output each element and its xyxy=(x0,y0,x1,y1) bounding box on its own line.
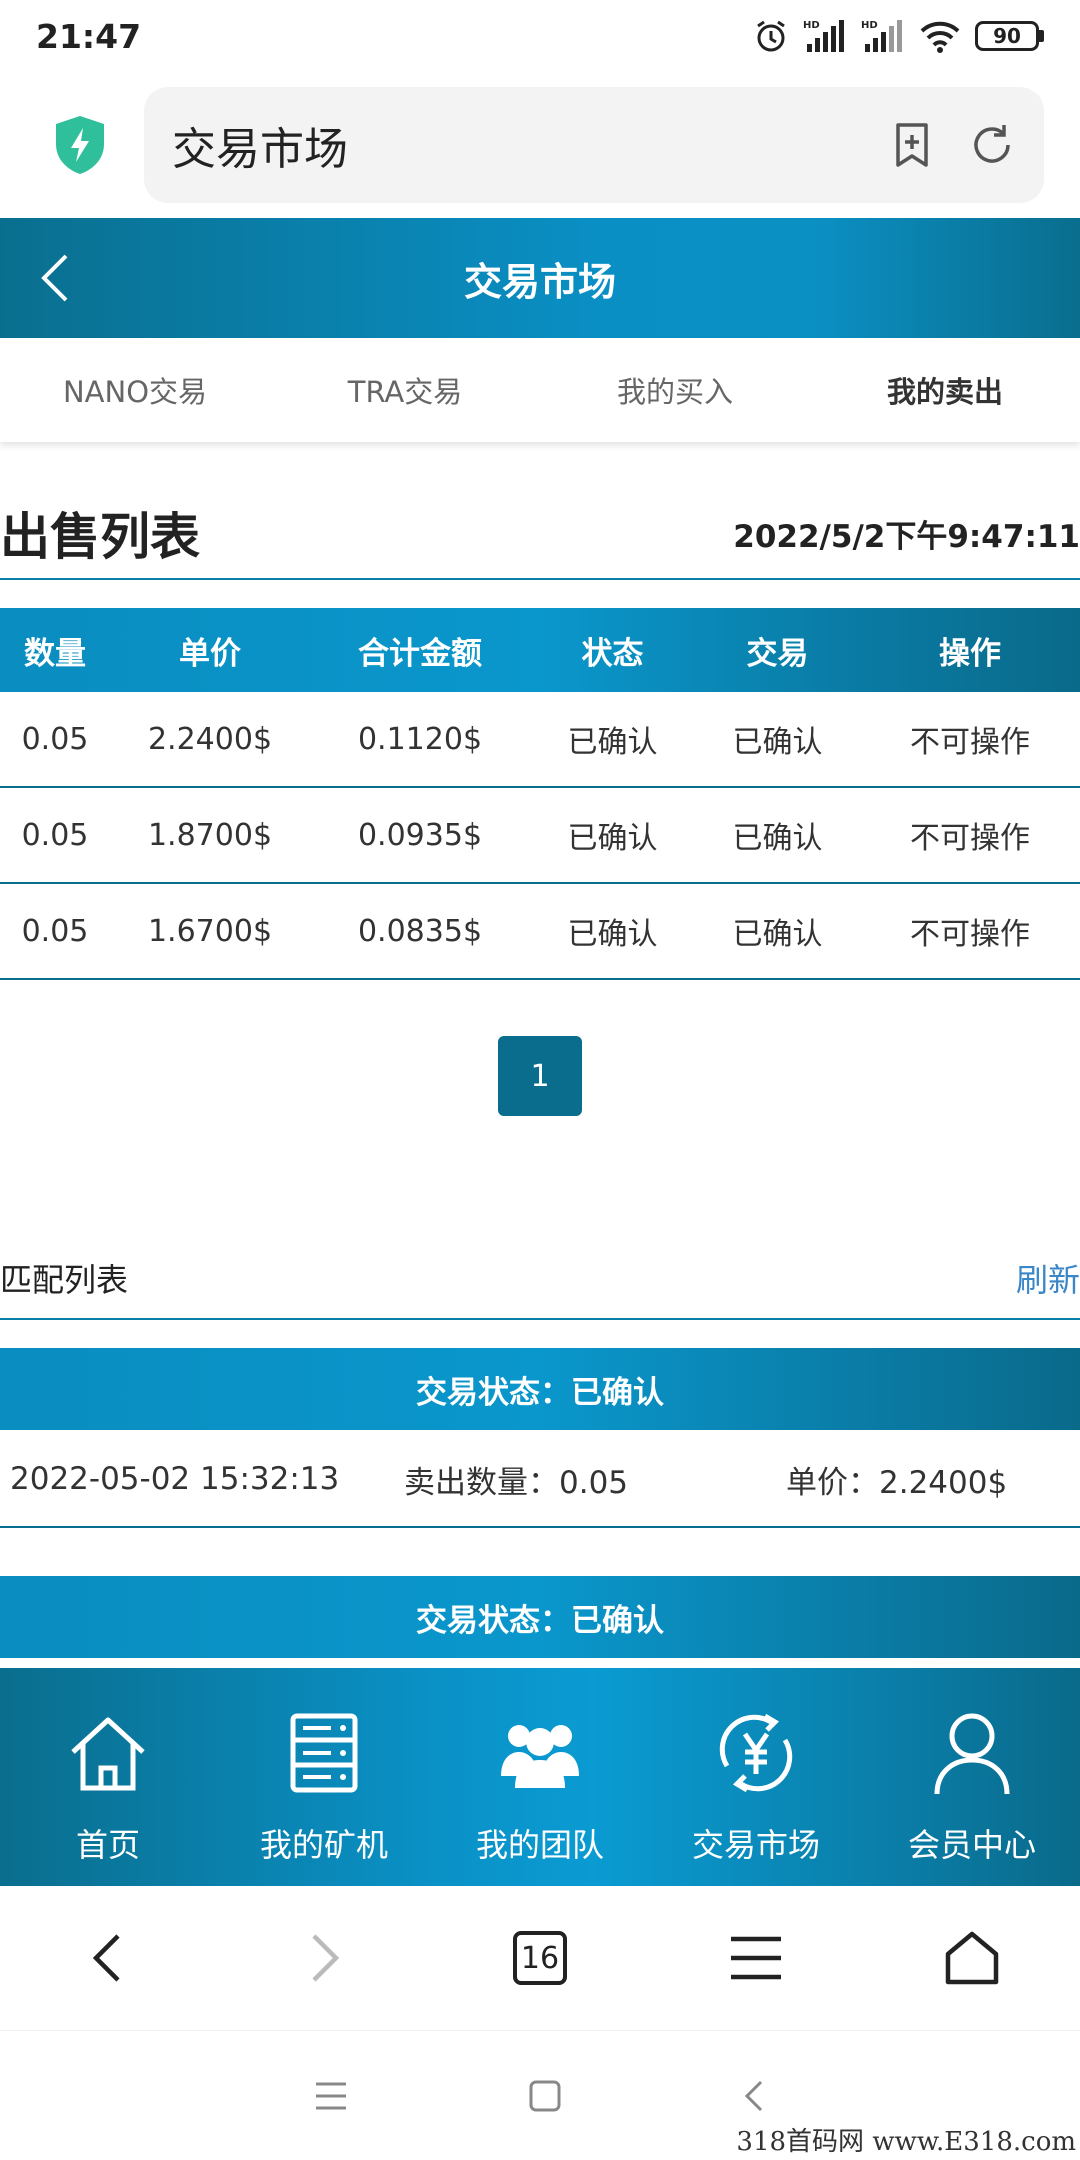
page-header: 交易市场 xyxy=(0,218,1080,338)
sales-list-header: 出售列表 2022/5/2下午9:47:11 xyxy=(0,488,1080,580)
sales-table: 数量 单价 合计金额 状态 交易 操作 0.05 2.2400$ 0.1120$… xyxy=(0,608,1080,980)
server-icon xyxy=(290,1713,358,1793)
tab-my-buys[interactable]: 我的买入 xyxy=(540,338,810,442)
browser-menu-button[interactable] xyxy=(648,1886,864,2030)
address-text: 交易市场 xyxy=(172,124,348,175)
nav-label: 我的团队 xyxy=(475,1826,604,1864)
browser-tabs-button[interactable]: 16 xyxy=(432,1886,648,2030)
battery-icon: 90 xyxy=(975,21,1044,51)
column-header: 状态 xyxy=(581,635,644,672)
tab-nano-trade[interactable]: NANO交易 xyxy=(0,338,270,442)
cell-status: 已确认 xyxy=(567,821,658,856)
table-row: 0.05 2.2400$ 0.1120$ 已确认 已确认 不可操作 xyxy=(0,692,1080,788)
trade-tabs: NANO交易 TRA交易 我的买入 我的卖出 xyxy=(0,338,1080,442)
status-bar: 21:47 HD HD 90 xyxy=(0,0,1080,72)
nav-trade-market[interactable]: 交易市场 xyxy=(648,1668,864,1886)
column-header: 操作 xyxy=(939,635,1001,672)
match-quantity: 卖出数量：0.05 xyxy=(404,1464,629,1501)
recent-apps-icon[interactable] xyxy=(314,2081,348,2111)
cell-action: 不可操作 xyxy=(910,821,1030,856)
shield-icon[interactable] xyxy=(52,114,108,176)
cell-total: 0.1120$ xyxy=(357,721,483,757)
cell-action: 不可操作 xyxy=(910,917,1030,952)
cell-total: 0.0935$ xyxy=(357,817,483,853)
cell-trade: 已确认 xyxy=(732,821,823,856)
cell-action: 不可操作 xyxy=(910,725,1030,760)
cell-quantity: 0.05 xyxy=(21,721,89,757)
nav-home[interactable]: 首页 xyxy=(0,1668,216,1886)
sales-list-title: 出售列表 xyxy=(0,508,200,566)
system-back-icon[interactable] xyxy=(742,2079,766,2113)
signal-icon: HD xyxy=(803,20,844,52)
sales-list-timestamp: 2022/5/2下午9:47:11 xyxy=(733,518,1080,555)
cell-trade: 已确认 xyxy=(732,917,823,952)
user-icon xyxy=(934,1713,1010,1795)
cell-unit-price: 1.6700$ xyxy=(147,913,273,949)
alarm-icon xyxy=(757,20,785,52)
address-field[interactable]: 交易市场 xyxy=(144,87,1044,203)
app-bottom-nav: 首页 我的矿机 我的团队 交易市场 会员中心 xyxy=(0,1668,1080,1886)
match-unit-price: 单价：2.2400$ xyxy=(786,1464,1008,1501)
browser-address-bar: 交易市场 xyxy=(0,72,1080,218)
nav-my-miners[interactable]: 我的矿机 xyxy=(216,1668,432,1886)
nav-my-team[interactable]: 我的团队 xyxy=(432,1668,648,1886)
tabs-count: 16 xyxy=(513,1931,567,1985)
column-header: 数量 xyxy=(24,635,86,672)
cell-unit-price: 1.8700$ xyxy=(147,817,273,853)
browser-back-button[interactable] xyxy=(0,1886,216,2030)
trade-status-band: 交易状态：已确认 xyxy=(0,1348,1080,1430)
match-row: 2022-05-02 15:32:13 卖出数量：0.05 单价：2.2400$ xyxy=(0,1432,1080,1528)
chevron-left-icon xyxy=(92,1934,120,1982)
column-header: 合计金额 xyxy=(358,635,482,672)
bookmark-add-icon[interactable] xyxy=(888,121,936,169)
watermark: 318首码网 www.E318.com xyxy=(736,2127,1076,2157)
table-row: 0.05 1.6700$ 0.0835$ 已确认 已确认 不可操作 xyxy=(0,884,1080,980)
table-row: 0.05 1.8700$ 0.0935$ 已确认 已确认 不可操作 xyxy=(0,788,1080,884)
home-outline-icon xyxy=(945,1931,999,1985)
match-time: 2022-05-02 15:32:13 xyxy=(10,1461,340,1497)
nav-member-center[interactable]: 会员中心 xyxy=(864,1668,1080,1886)
nav-label: 会员中心 xyxy=(907,1826,1036,1864)
menu-icon xyxy=(731,1936,781,1980)
home-icon xyxy=(71,1717,145,1791)
cell-status: 已确认 xyxy=(567,725,658,760)
status-time: 21:47 xyxy=(36,16,142,56)
nav-label: 交易市场 xyxy=(691,1826,820,1864)
cell-unit-price: 2.2400$ xyxy=(147,721,273,757)
trade-status-band: 交易状态：已确认 xyxy=(0,1576,1080,1658)
back-arrow-icon[interactable] xyxy=(36,250,76,306)
tab-my-sales[interactable]: 我的卖出 xyxy=(810,338,1080,442)
matching-list-header: 匹配列表 刷新 xyxy=(0,1238,1080,1320)
chevron-right-icon xyxy=(312,1934,340,1982)
cell-status: 已确认 xyxy=(567,917,658,952)
tab-tra-trade[interactable]: TRA交易 xyxy=(270,338,540,442)
page-title: 交易市场 xyxy=(463,259,616,304)
browser-home-button[interactable] xyxy=(864,1886,1080,2030)
matching-list-title: 匹配列表 xyxy=(0,1261,129,1299)
signal-icon-2: HD xyxy=(861,20,902,52)
nav-label: 我的矿机 xyxy=(259,1826,388,1864)
svg-text:HD: HD xyxy=(803,20,820,31)
cell-quantity: 0.05 xyxy=(21,817,89,853)
cell-trade: 已确认 xyxy=(732,725,823,760)
table-header: 数量 单价 合计金额 状态 交易 操作 xyxy=(0,608,1080,692)
reload-icon[interactable] xyxy=(968,121,1016,169)
status-icons: HD HD 90 xyxy=(753,18,1044,54)
team-icon xyxy=(501,1725,579,1788)
cell-quantity: 0.05 xyxy=(21,913,89,949)
cell-total: 0.0835$ xyxy=(357,913,483,949)
nav-label: 首页 xyxy=(75,1826,140,1864)
column-header: 单价 xyxy=(179,635,241,672)
page-button-1[interactable]: 1 xyxy=(498,1036,582,1116)
svg-text:HD: HD xyxy=(861,20,878,31)
system-home-icon[interactable] xyxy=(528,2079,562,2113)
browser-forward-button[interactable] xyxy=(216,1886,432,2030)
refresh-link[interactable]: 刷新 xyxy=(1016,1255,1080,1301)
battery-level: 90 xyxy=(975,21,1039,51)
column-header: 交易 xyxy=(746,635,809,672)
wifi-icon xyxy=(920,21,960,53)
yen-exchange-icon xyxy=(719,1713,793,1793)
browser-toolbar: 16 xyxy=(0,1886,1080,2030)
